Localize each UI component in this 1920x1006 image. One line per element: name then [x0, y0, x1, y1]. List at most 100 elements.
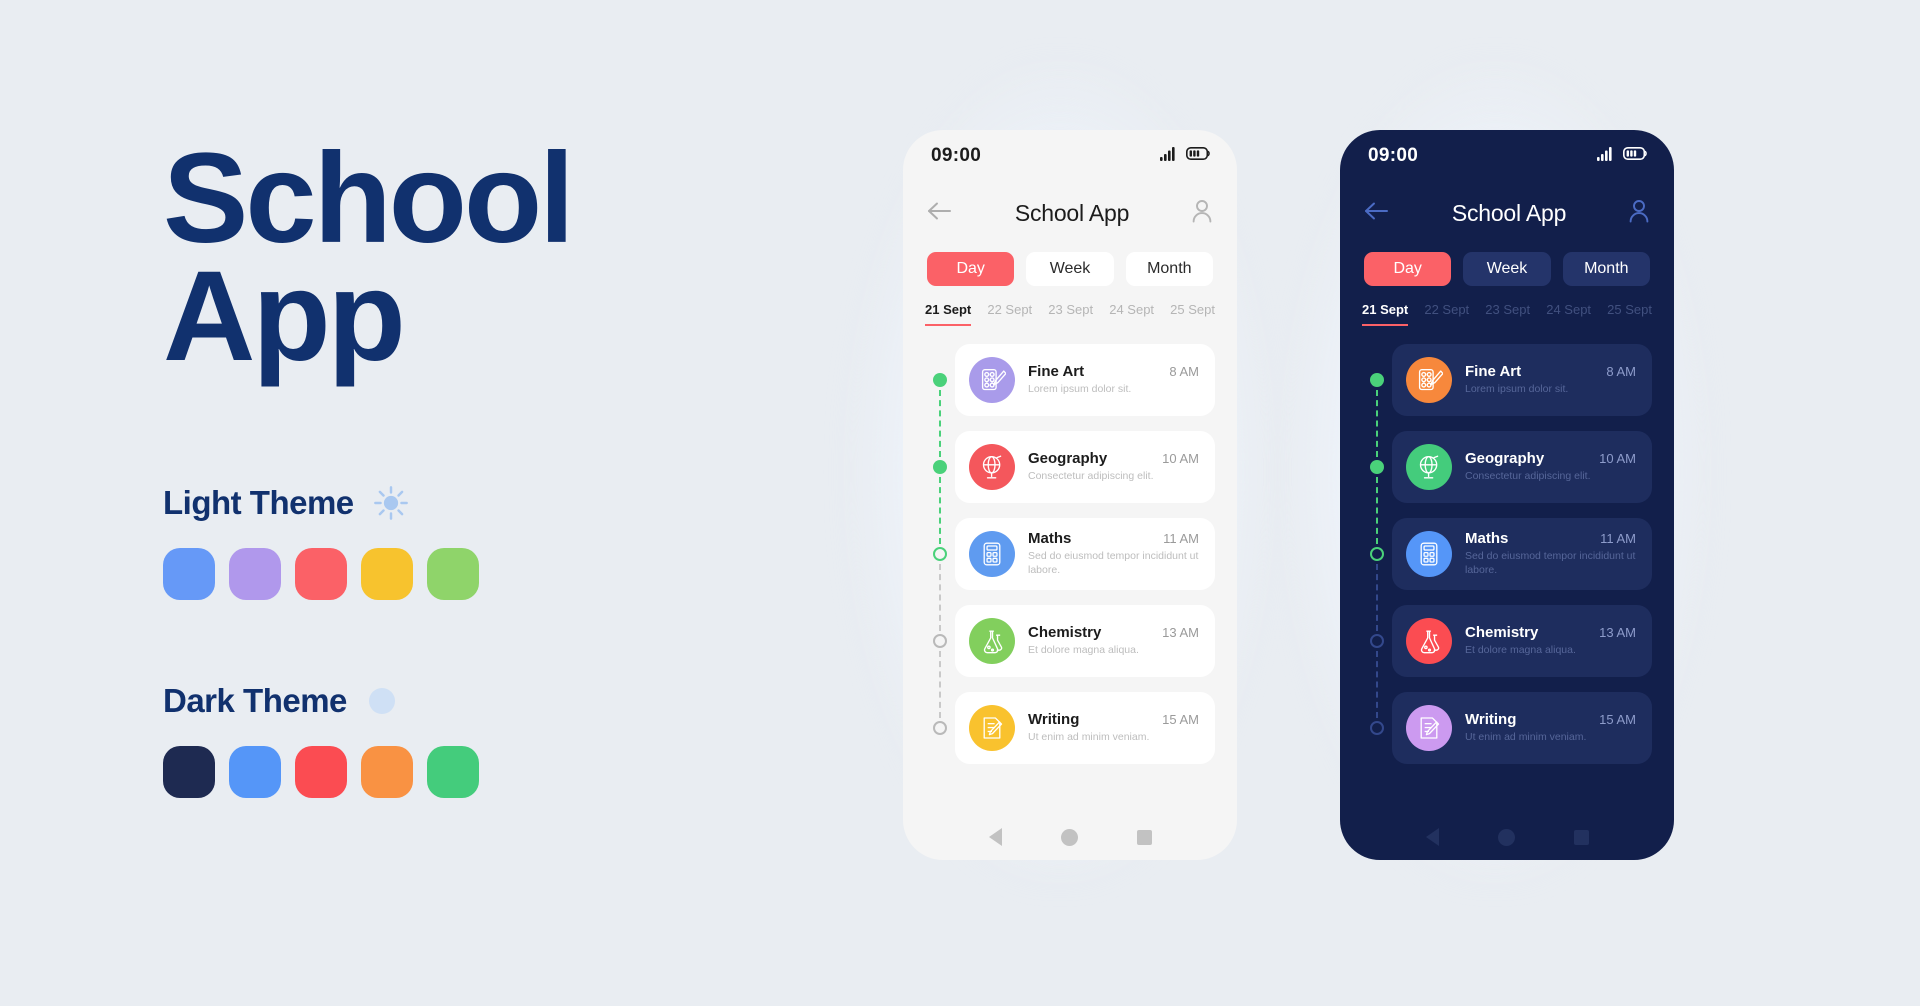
light-theme-label: Light Theme — [163, 483, 354, 521]
lesson-card-top-row: Maths 11 AM — [1028, 530, 1199, 547]
timeline-connector — [939, 477, 941, 544]
nav-back-triangle-icon[interactable] — [1425, 828, 1439, 846]
segment-month[interactable]: Month — [1125, 252, 1213, 286]
swatch-dark-4[interactable] — [361, 745, 413, 798]
light-theme-header: Light Theme — [163, 484, 723, 522]
timeline-marker — [1369, 460, 1384, 474]
flask-icon — [969, 618, 1015, 664]
status-clock: 09:00 — [931, 145, 982, 166]
calculator-icon — [969, 531, 1015, 577]
paint-palette-icon — [1406, 357, 1452, 403]
lesson-time: 11 AM — [1163, 531, 1199, 547]
lesson-card[interactable]: Writing 15 AM Ut enim ad minim veniam. — [1392, 692, 1652, 764]
user-icon[interactable] — [1628, 199, 1650, 228]
view-mode-segmented-control: Day Week Month — [903, 244, 1237, 286]
nav-home-circle-icon[interactable] — [1060, 828, 1078, 846]
swatch-light-1[interactable] — [163, 547, 215, 600]
lesson-card[interactable]: Geography 10 AM Consectetur adipiscing e… — [955, 431, 1215, 503]
date-tab-25-sept[interactable]: 25 Sept — [1607, 302, 1652, 326]
dark-theme-block: Dark Theme — [163, 682, 723, 798]
lesson-time: 13 AM — [1599, 625, 1636, 641]
segment-month[interactable]: Month — [1562, 252, 1650, 286]
timeline-marker — [932, 547, 947, 561]
globe-icon — [969, 444, 1015, 490]
lesson-card[interactable]: Fine Art 8 AM Lorem ipsum dolor sit. — [1392, 344, 1652, 416]
segment-week[interactable]: Week — [1026, 252, 1114, 286]
lesson-card[interactable]: Maths 11 AM Sed do eiusmod tempor incidi… — [955, 518, 1215, 590]
lesson-subtitle: Consectetur adipiscing elit. — [1028, 470, 1154, 483]
lesson-time: 8 AM — [1169, 364, 1199, 380]
swatch-dark-2[interactable] — [229, 745, 281, 798]
poster-canvas: School App Light Theme Dark Theme 09:00 … — [0, 0, 1920, 1006]
swatch-light-3[interactable] — [295, 547, 347, 600]
date-tab-23-sept[interactable]: 23 Sept — [1485, 302, 1530, 326]
nav-back-triangle-icon[interactable] — [988, 828, 1002, 846]
lesson-subtitle: Consectetur adipiscing elit. — [1465, 470, 1591, 483]
user-icon[interactable] — [1191, 199, 1213, 228]
lesson-card-top-row: Writing 15 AM — [1028, 711, 1199, 728]
swatch-dark-1[interactable] — [163, 745, 215, 798]
lesson-cards: Fine Art 8 AM Lorem ipsum dolor sit. Geo… — [955, 344, 1215, 814]
lesson-subtitle: Ut enim ad minim veniam. — [1465, 731, 1587, 744]
lesson-card-top-row: Geography 10 AM — [1465, 450, 1636, 467]
timeline-marker — [1369, 721, 1384, 735]
app-bar: School App — [903, 182, 1237, 244]
swatch-dark-5[interactable] — [427, 745, 479, 798]
date-tab-21-sept[interactable]: 21 Sept — [1362, 302, 1409, 326]
globe-icon — [1406, 444, 1452, 490]
arrow-left-icon — [928, 202, 951, 219]
light-theme-block: Light Theme — [163, 484, 723, 600]
lesson-card-body: Fine Art 8 AM Lorem ipsum dolor sit. — [1465, 363, 1636, 397]
date-tab-22-sept[interactable]: 22 Sept — [987, 302, 1032, 326]
lesson-card[interactable]: Writing 15 AM Ut enim ad minim veniam. — [955, 692, 1215, 764]
swatch-light-5[interactable] — [427, 547, 479, 600]
lesson-subtitle: Et dolore magna aliqua. — [1465, 644, 1576, 657]
segment-week[interactable]: Week — [1463, 252, 1551, 286]
date-tab-24-sept[interactable]: 24 Sept — [1546, 302, 1591, 326]
note-pencil-icon — [1406, 705, 1452, 751]
lesson-subtitle: Lorem ipsum dolor sit. — [1028, 383, 1132, 396]
date-tab-21-sept[interactable]: 21 Sept — [925, 302, 972, 326]
dark-theme-label: Dark Theme — [163, 681, 347, 719]
date-tab-25-sept[interactable]: 25 Sept — [1170, 302, 1215, 326]
lesson-card[interactable]: Chemistry 13 AM Et dolore magna aliqua. — [955, 605, 1215, 677]
date-tab-23-sept[interactable]: 23 Sept — [1048, 302, 1093, 326]
lesson-card[interactable]: Fine Art 8 AM Lorem ipsum dolor sit. — [955, 344, 1215, 416]
status-icons — [1160, 146, 1211, 166]
swatch-light-2[interactable] — [229, 547, 281, 600]
timeline — [925, 344, 955, 814]
timeline-connector — [1376, 477, 1378, 544]
arrow-left-icon[interactable] — [927, 201, 953, 226]
lesson-card-top-row: Fine Art 8 AM — [1465, 363, 1636, 380]
lesson-time: 13 AM — [1162, 625, 1199, 641]
lesson-card-body: Geography 10 AM Consectetur adipiscing e… — [1465, 450, 1636, 484]
note-pencil-icon — [969, 705, 1015, 751]
arrow-left-icon — [1365, 202, 1388, 219]
lesson-time: 10 AM — [1599, 451, 1636, 467]
lesson-card[interactable]: Chemistry 13 AM Et dolore magna aliqua. — [1392, 605, 1652, 677]
date-tab-22-sept[interactable]: 22 Sept — [1424, 302, 1469, 326]
lesson-card-top-row: Maths 11 AM — [1465, 530, 1636, 547]
dark-theme-phone-mockup: 09:00 School App Day Week Month 21 Sept … — [1340, 130, 1674, 860]
hero-line-2: App — [163, 244, 406, 388]
date-tab-24-sept[interactable]: 24 Sept — [1109, 302, 1154, 326]
lesson-time: 11 AM — [1600, 531, 1636, 547]
nav-home-circle-icon[interactable] — [1497, 828, 1515, 846]
timeline-connector — [939, 564, 941, 631]
battery-icon — [1623, 147, 1648, 165]
segment-day[interactable]: Day — [927, 252, 1015, 286]
lesson-card-body: Chemistry 13 AM Et dolore magna aliqua. — [1028, 624, 1199, 658]
lesson-card-top-row: Chemistry 13 AM — [1465, 624, 1636, 641]
arrow-left-icon[interactable] — [1364, 201, 1390, 226]
view-mode-segmented-control: Day Week Month — [1340, 244, 1674, 286]
lesson-card[interactable]: Maths 11 AM Sed do eiusmod tempor incidi… — [1392, 518, 1652, 590]
lesson-card[interactable]: Geography 10 AM Consectetur adipiscing e… — [1392, 431, 1652, 503]
timeline-marker — [932, 460, 947, 474]
lesson-title: Geography — [1465, 450, 1545, 468]
nav-recents-square-icon[interactable] — [1573, 829, 1589, 845]
swatch-dark-3[interactable] — [295, 745, 347, 798]
segment-day[interactable]: Day — [1364, 252, 1452, 286]
swatch-light-4[interactable] — [361, 547, 413, 600]
date-strip: 21 Sept 22 Sept 23 Sept 24 Sept 25 Sept — [1340, 286, 1674, 326]
nav-recents-square-icon[interactable] — [1136, 829, 1152, 845]
